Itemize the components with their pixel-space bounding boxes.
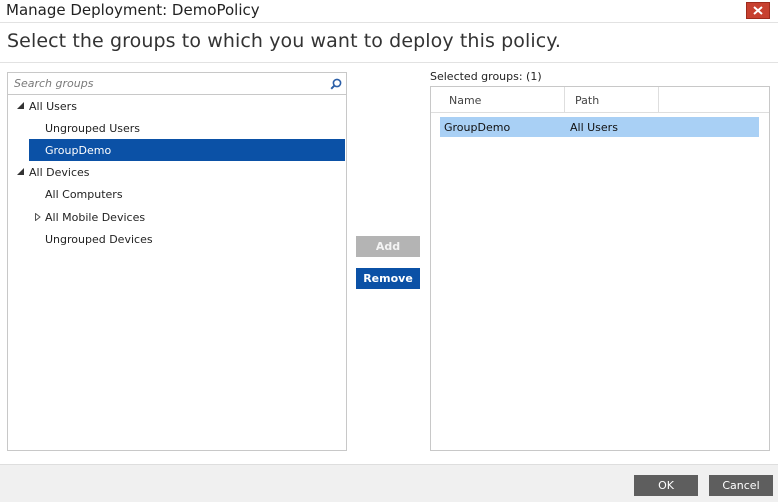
- cancel-button[interactable]: Cancel: [709, 475, 773, 496]
- tree-item-label: Ungrouped Users: [45, 121, 141, 135]
- heading-divider: [0, 62, 778, 63]
- cell-name: GroupDemo: [444, 120, 511, 134]
- page-heading: Select the groups to which you want to d…: [7, 30, 562, 52]
- tree-item-groupdemo[interactable]: GroupDemo: [29, 139, 345, 161]
- tree-item-label: Ungrouped Devices: [45, 232, 153, 246]
- tree-item-label: All Mobile Devices: [45, 210, 146, 224]
- cell-path: All Users: [570, 120, 618, 134]
- remove-button[interactable]: Remove: [356, 268, 420, 289]
- groups-tree-panel: All Users Ungrouped Users GroupDemo All …: [7, 72, 347, 451]
- tree-item-ungrouped-devices[interactable]: Ungrouped Devices: [8, 228, 346, 250]
- tree-item-ungrouped-users[interactable]: Ungrouped Users: [8, 117, 346, 139]
- title-divider: [0, 22, 778, 23]
- search-icon[interactable]: [330, 78, 342, 90]
- tree-item-all-mobile-devices[interactable]: All Mobile Devices: [8, 206, 346, 228]
- search-input[interactable]: [8, 73, 324, 94]
- table-row[interactable]: GroupDemo All Users: [440, 117, 759, 137]
- ok-button[interactable]: OK: [634, 475, 698, 496]
- tree-item-all-computers[interactable]: All Computers: [8, 183, 346, 205]
- selected-groups-panel: Name Path GroupDemo All Users: [430, 86, 770, 451]
- search-box: [8, 73, 346, 95]
- window-title: Manage Deployment: DemoPolicy: [6, 1, 260, 19]
- expanded-arrow-icon[interactable]: [17, 168, 25, 176]
- add-button[interactable]: Add: [356, 236, 420, 257]
- tree-item-all-users[interactable]: All Users: [8, 95, 346, 117]
- close-button[interactable]: [746, 2, 770, 19]
- grid-header: Name Path: [431, 87, 769, 113]
- title-bar: Manage Deployment: DemoPolicy: [0, 0, 778, 22]
- tree-item-label: All Computers: [45, 187, 123, 201]
- tree-item-label: GroupDemo: [45, 143, 112, 157]
- close-icon: [753, 6, 763, 15]
- tree-item-label: All Devices: [29, 165, 90, 179]
- expanded-arrow-icon[interactable]: [17, 102, 25, 110]
- column-header-name[interactable]: Name: [439, 87, 565, 113]
- column-header-path[interactable]: Path: [565, 87, 659, 113]
- selected-groups-label: Selected groups: (1): [430, 70, 542, 83]
- tree-item-label: All Users: [29, 99, 77, 113]
- collapsed-arrow-icon[interactable]: [34, 213, 42, 221]
- tree-item-all-devices[interactable]: All Devices: [8, 161, 346, 183]
